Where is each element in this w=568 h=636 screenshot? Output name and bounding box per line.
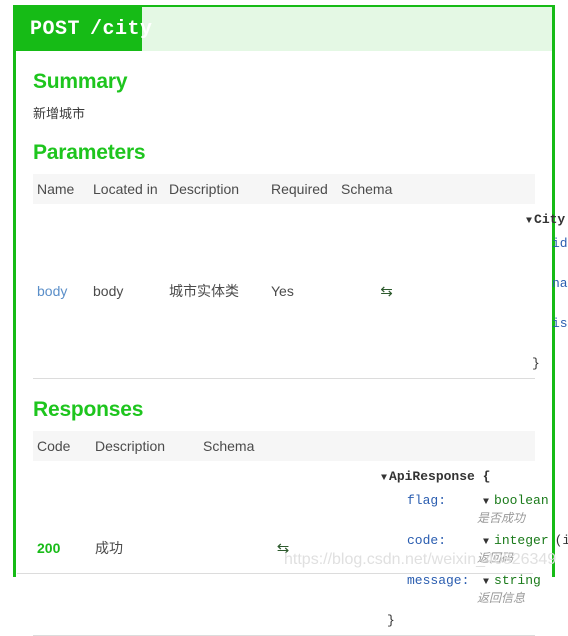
swap-icon[interactable]: ⇆ <box>277 540 290 557</box>
responses-header-row: Code Description Schema <box>33 431 535 461</box>
response-status-code: 200 <box>33 461 91 636</box>
property-format: (int32) <box>554 533 568 548</box>
property-key: message: <box>407 573 470 588</box>
model-property-code: code: ▼ integer (int32) <box>381 533 568 551</box>
responses-heading: Responses <box>33 398 144 421</box>
summary-heading: Summary <box>33 70 128 93</box>
column-header-code: Code <box>33 431 91 461</box>
column-header-rschema: Schema <box>199 431 535 461</box>
parameters-table: Name Located in Description Required Sch… <box>33 174 568 379</box>
summary-text: 新增城市 <box>33 106 86 121</box>
http-method-badge[interactable]: POST /city <box>16 7 152 51</box>
model-property-name: name: ▼ string <box>526 276 568 294</box>
bottom-divider <box>17 573 533 574</box>
property-description: 返回信息 <box>477 592 526 606</box>
model-name: City <box>534 212 566 227</box>
parameter-required: Yes <box>267 204 337 379</box>
property-key: id: <box>552 236 568 251</box>
model-property-id: id: ▼ string <box>526 236 568 254</box>
parameters-heading: Parameters <box>33 141 146 164</box>
chevron-down-icon[interactable]: ▼ <box>483 495 489 511</box>
swap-icon[interactable]: ⇆ <box>380 283 393 300</box>
property-type: boolean <box>494 493 549 508</box>
table-row: body body 城市实体类 Yes ⇆ ▼City { <box>33 204 568 379</box>
property-type-wrap: ▼ boolean <box>483 493 549 511</box>
property-key: flag: <box>407 493 447 508</box>
chevron-down-icon[interactable]: ▼ <box>526 216 532 227</box>
parameters-table-body: body body 城市实体类 Yes ⇆ ▼City { <box>33 204 568 379</box>
response-schema-cell: ▼ ApiResponse { flag: ▼ boolean 是否成功 cod… <box>367 461 568 636</box>
model-title-row[interactable]: ▼City { <box>526 212 565 230</box>
chevron-down-icon[interactable]: ▼ <box>381 473 387 484</box>
property-type-wrap: ▼ integer (int32) <box>483 533 568 551</box>
column-header-rdescription: Description <box>91 431 199 461</box>
property-type: integer <box>494 533 549 548</box>
column-header-name: Name <box>33 174 89 204</box>
responses-table-body: 200 成功 ⇆ ▼ ApiResponse { flag: ▼ boolean… <box>33 461 568 636</box>
column-header-located-in: Located in <box>89 174 165 204</box>
chevron-down-icon[interactable]: ▼ <box>483 535 489 551</box>
response-description: 成功 <box>91 461 199 636</box>
property-type-wrap: ▼ string <box>483 573 541 591</box>
model-name: ApiResponse <box>389 469 475 484</box>
operation-header[interactable]: POST /city <box>16 5 552 51</box>
model-property-flag: flag: ▼ boolean <box>381 493 549 511</box>
http-method-verb: POST <box>30 17 81 41</box>
model-open-brace: { <box>482 469 491 484</box>
operation-body: Summary 新增城市 Parameters Name Located in … <box>16 70 568 636</box>
model-property-ishot: ishot: ▼ string <box>526 316 568 334</box>
responses-table: Code Description Schema 200 成功 ⇆ ▼ApiRe <box>33 431 568 636</box>
property-type: string <box>494 573 541 588</box>
property-key: code: <box>407 533 447 548</box>
parameter-schema-toggle[interactable]: ⇆ <box>337 204 436 379</box>
chevron-down-icon[interactable]: ▼ <box>483 575 489 591</box>
model-close-brace: } <box>532 356 540 371</box>
property-key: name: <box>552 276 568 291</box>
model-title-row[interactable]: ▼ ApiResponse { <box>381 469 531 487</box>
column-header-description: Description <box>165 174 267 204</box>
model-apiresponse: ▼ ApiResponse { flag: ▼ boolean 是否成功 cod… <box>371 465 568 631</box>
parameter-located-in-value: body <box>89 204 165 379</box>
parameter-schema-cell: ▼City { id: ▼ string ID <box>436 204 568 379</box>
responses-table-head: Code Description Schema <box>33 431 535 461</box>
response-schema-toggle[interactable]: ⇆ <box>199 461 367 636</box>
api-operation-block: POST /city Summary 新增城市 Parameters Name … <box>13 5 568 636</box>
property-description: 是否成功 <box>477 512 526 526</box>
parameter-description: 城市实体类 <box>165 204 267 379</box>
column-header-required: Required <box>267 174 337 204</box>
column-header-schema: Schema <box>337 174 535 204</box>
property-description: 返回码 <box>477 552 514 566</box>
model-city: ▼City { id: ▼ string ID <box>440 208 568 374</box>
parameters-header-row: Name Located in Description Required Sch… <box>33 174 535 204</box>
parameter-name-link[interactable]: body <box>33 204 89 379</box>
table-row: 200 成功 ⇆ ▼ ApiResponse { flag: ▼ boolean… <box>33 461 568 636</box>
model-close-brace: } <box>387 613 395 628</box>
property-key: ishot: <box>552 316 568 331</box>
http-path: /city <box>90 17 153 41</box>
model-property-message: message: ▼ string <box>381 573 541 591</box>
parameters-table-head: Name Located in Description Required Sch… <box>33 174 535 204</box>
